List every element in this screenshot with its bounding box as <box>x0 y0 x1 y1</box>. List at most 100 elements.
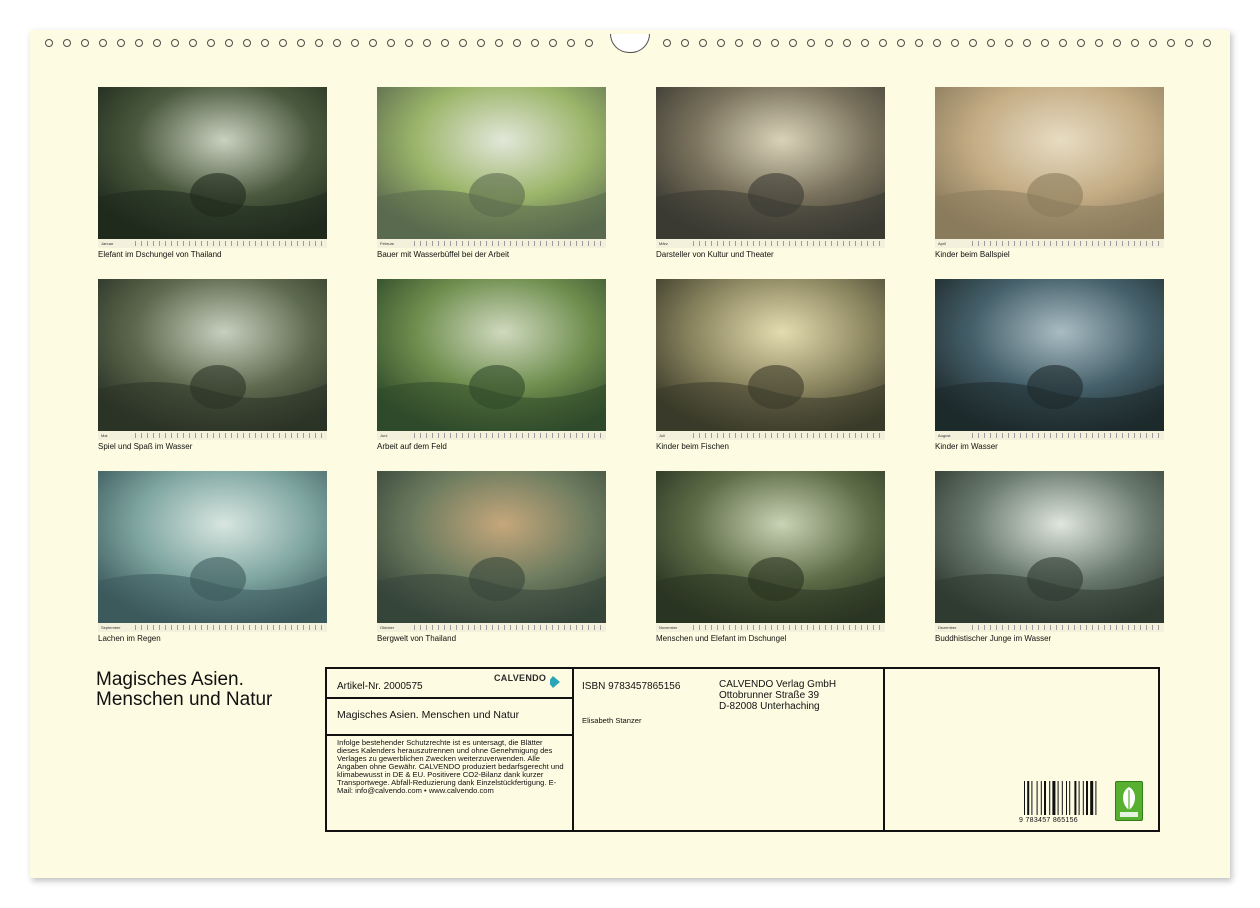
barcode-number: 9 783457 865156 <box>1019 817 1078 824</box>
binding-ring <box>663 39 671 47</box>
spiral-binding <box>30 34 1230 53</box>
month-strip: Juni <box>377 431 606 440</box>
day-cells <box>693 433 882 438</box>
binding-ring <box>225 39 233 47</box>
month-strip: Oktober <box>377 623 606 632</box>
publisher-city: D-82008 Unterhaching <box>719 701 820 712</box>
binding-ring <box>81 39 89 47</box>
day-cells <box>414 625 603 630</box>
month-strip: Mai <box>98 431 327 440</box>
photo-image <box>98 87 327 239</box>
binding-ring <box>531 39 539 47</box>
calendar-month-tile: März Darsteller von Kultur und Theater <box>656 87 885 259</box>
author: Elisabeth Stanzer <box>582 716 642 725</box>
photo-caption: Buddhistischer Junge im Wasser <box>935 634 1052 643</box>
day-cells <box>972 433 1161 438</box>
binding-ring <box>843 39 851 47</box>
legal-text: Infolge bestehender Schutzrechte ist es … <box>337 738 564 795</box>
binding-ring <box>369 39 377 47</box>
article-number: Artikel-Nr. 2000575 <box>337 681 423 692</box>
calendar-month-tile: Januar Elefant im Dschungel von Thailand <box>98 87 327 259</box>
month-strip: Januar <box>98 239 327 248</box>
binding-ring <box>495 39 503 47</box>
day-cells <box>414 433 603 438</box>
month-photo: April <box>935 87 1164 248</box>
binding-ring <box>153 39 161 47</box>
binding-ring <box>423 39 431 47</box>
month-strip: April <box>935 239 1164 248</box>
calendar-month-tile: November Menschen und Elefant im Dschunge… <box>656 471 885 643</box>
binding-ring <box>861 39 869 47</box>
product-title: Magisches Asien. Menschen und Natur <box>337 709 520 721</box>
month-label: Januar <box>101 241 114 246</box>
month-strip: Juli <box>656 431 885 440</box>
month-label: Oktober <box>380 625 395 630</box>
binding-ring <box>387 39 395 47</box>
day-cells <box>135 625 324 630</box>
binding-ring <box>45 39 53 47</box>
month-photo: Januar <box>98 87 327 248</box>
month-label: August <box>938 433 951 438</box>
photo-image <box>656 471 885 623</box>
binding-ring <box>567 39 575 47</box>
photo-image <box>656 279 885 431</box>
binding-ring <box>441 39 449 47</box>
day-cells <box>972 241 1161 246</box>
binding-ring <box>135 39 143 47</box>
calendar-title-line2: Menschen und Natur <box>96 689 273 710</box>
photo-caption: Bauer mit Wasserbüffel bei der Arbeit <box>377 250 510 259</box>
month-label: November <box>659 625 678 630</box>
binding-ring <box>717 39 725 47</box>
month-photo: Dezember <box>935 471 1164 632</box>
photo-image <box>377 471 606 623</box>
barcode <box>1024 781 1097 815</box>
month-photo: März <box>656 87 885 248</box>
binding-ring <box>969 39 977 47</box>
binding-ring <box>315 39 323 47</box>
calendar-month-tile: September Lachen im Regen <box>98 471 327 643</box>
month-label: Juni <box>380 433 388 438</box>
photo-image <box>935 279 1164 431</box>
month-photo: Juli <box>656 279 885 440</box>
binding-ring <box>1059 39 1067 47</box>
calendar-month-tile: Dezember Buddhistischer Junge im Wasser <box>935 471 1164 643</box>
binding-ring <box>1149 39 1157 47</box>
panel-divider <box>572 669 574 830</box>
calendar-sheet: Januar Elefant im Dschungel von Thailand F… <box>30 30 1230 878</box>
photo-caption: Elefant im Dschungel von Thailand <box>98 250 222 259</box>
hanger-cutout <box>610 34 650 53</box>
binding-ring <box>699 39 707 47</box>
binding-ring <box>279 39 287 47</box>
photo-image <box>98 471 327 623</box>
binding-ring <box>771 39 779 47</box>
binding-ring <box>1167 39 1175 47</box>
binding-ring <box>333 39 341 47</box>
photo-caption: Kinder im Wasser <box>935 442 998 451</box>
binding-ring <box>1185 39 1193 47</box>
calendar-month-tile: Oktober Bergwelt von Thailand <box>377 471 606 643</box>
binding-ring <box>1023 39 1031 47</box>
month-label: April <box>938 241 947 246</box>
calendar-month-tile: April Kinder beim Ballspiel <box>935 87 1164 259</box>
publisher-street: Ottobrunner Straße 39 <box>719 690 820 701</box>
month-photo: August <box>935 279 1164 440</box>
day-cells <box>693 241 882 246</box>
panel-divider <box>327 697 572 699</box>
month-photo: Februar <box>377 87 606 248</box>
month-label: März <box>659 241 668 246</box>
binding-ring <box>351 39 359 47</box>
calendar-title: Magisches Asien. Menschen und Natur <box>96 670 272 710</box>
month-photo: November <box>656 471 885 632</box>
binding-ring <box>189 39 197 47</box>
binding-ring <box>807 39 815 47</box>
binding-ring <box>825 39 833 47</box>
photo-image <box>377 279 606 431</box>
binding-ring <box>1113 39 1121 47</box>
binding-ring <box>681 39 689 47</box>
calendar-month-tile: Februar Bauer mit Wasserbüffel bei der Ar… <box>377 87 606 259</box>
month-label: Februar <box>380 241 395 246</box>
day-cells <box>135 433 324 438</box>
photo-caption: Kinder beim Fischen <box>656 442 729 451</box>
binding-ring <box>1131 39 1139 47</box>
calendar-title-line1: Magisches Asien. <box>96 669 244 690</box>
